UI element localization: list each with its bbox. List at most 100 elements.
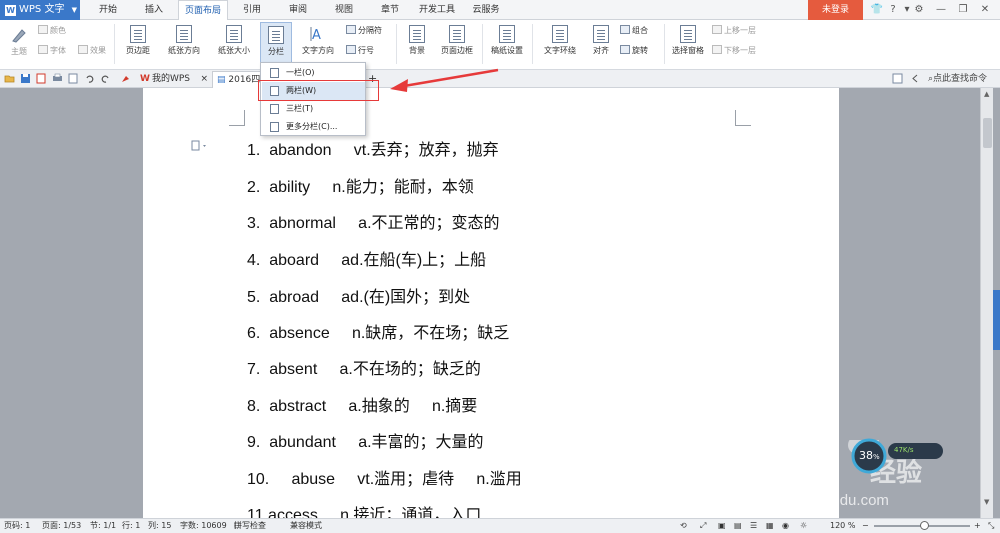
word-line[interactable]: 5. abroad ad.(在)国外；到处 — [247, 283, 470, 307]
redo-icon[interactable] — [100, 73, 111, 84]
tab-developer[interactable]: 开发工具 — [414, 0, 460, 20]
alert-icon[interactable] — [892, 73, 903, 84]
color-button[interactable]: 颜色 — [38, 25, 66, 37]
group-button[interactable]: 组合 — [620, 25, 648, 37]
word-line[interactable]: 6. absence n.缺席，不在场；缺乏 — [247, 319, 509, 343]
word-line[interactable]: 8. abstract a.抽象的 n.摘要 — [247, 392, 477, 416]
word-line[interactable]: 3. abnormal a.不正常的；变态的 — [247, 209, 500, 233]
chevron-up-icon[interactable]: ▲ — [984, 90, 989, 98]
orientation-icon — [176, 25, 192, 43]
orientation-button[interactable]: 纸张方向 — [162, 25, 206, 56]
tab-cloud[interactable]: 云服务 — [466, 0, 506, 20]
app-menu-button[interactable]: W WPS 文字 ▼ — [0, 0, 80, 20]
light-icon[interactable]: ☼ — [800, 519, 807, 533]
word-line[interactable]: 2. ability n.能力；能耐，本领 — [247, 173, 474, 197]
settings-icon[interactable]: ⚙ — [910, 2, 928, 18]
font-label: 字体 — [50, 46, 66, 55]
watermark-brand: Bai — [764, 448, 817, 486]
columns-button[interactable]: 分栏 — [260, 22, 292, 64]
export-pdf-icon[interactable] — [36, 73, 47, 84]
page-size-button[interactable]: 纸张大小 — [212, 25, 256, 56]
view-read-icon[interactable]: ▦ — [766, 519, 774, 533]
zoom-out-icon[interactable]: − — [862, 519, 869, 533]
align-button[interactable]: 对齐 — [586, 25, 616, 56]
view-outline-icon[interactable]: ☰ — [750, 519, 757, 533]
effect-label: 效果 — [90, 46, 106, 55]
status-bar: 页码: 1 页面: 1/53 节: 1/1 行: 1 列: 15 字数: 106… — [0, 518, 1000, 533]
tab-home[interactable]: 开始 — [90, 0, 126, 20]
command-search[interactable]: ⌕点此查找命令 — [924, 71, 1000, 88]
three-columns-icon — [270, 104, 279, 114]
background-button[interactable]: 背景 — [402, 25, 432, 56]
line-numbers-button[interactable]: 行号 — [346, 45, 374, 57]
bring-forward-icon — [712, 25, 722, 34]
theme-button[interactable]: 主题 — [6, 26, 32, 57]
history-icon[interactable]: ⟲ — [680, 519, 687, 533]
expand-icon[interactable]: ⤡ — [988, 519, 994, 533]
print-preview-icon[interactable] — [68, 73, 79, 84]
word-line[interactable]: 9. abundant a.丰富的；大量的 — [247, 428, 484, 452]
tab-insert[interactable]: 插入 — [136, 0, 172, 20]
zoom-slider[interactable] — [874, 521, 970, 530]
margins-button[interactable]: 页边距 — [120, 25, 156, 56]
tab-view[interactable]: 视图 — [326, 0, 362, 20]
login-button[interactable]: 未登录 — [808, 0, 863, 20]
restore-icon[interactable]: ❐ — [954, 2, 972, 18]
effect-button[interactable]: 效果 — [78, 45, 106, 57]
breaks-button[interactable]: 分隔符 — [346, 25, 382, 37]
eye-care-icon[interactable]: ◉ — [782, 519, 789, 533]
selection-pane-button[interactable]: 选择窗格 — [668, 25, 708, 56]
text-wrap-button[interactable]: 文字环绕 — [536, 25, 584, 56]
zoom-in-icon[interactable]: + — [974, 519, 981, 533]
word-line[interactable]: 10. abuse vt.滥用；虐待 n.滥用 — [247, 465, 522, 489]
menu-item-more-columns[interactable]: 更多分栏(C)... — [262, 118, 365, 136]
tab-page-layout[interactable]: 页面布局 — [178, 0, 228, 21]
save-icon[interactable] — [20, 73, 31, 84]
zoom-level[interactable]: 120 % — [830, 519, 855, 533]
bring-forward-button[interactable]: 上移一层 — [712, 25, 756, 37]
chevron-left-icon[interactable] — [910, 73, 921, 84]
word-line[interactable]: 1. abandon vt.丢弃；放弃，抛弃 — [247, 136, 499, 160]
word-line[interactable]: 11.access n.接近；通道，入口 — [247, 501, 481, 518]
word-line[interactable]: 4. aboard ad.在船(车)上；上船 — [247, 246, 486, 270]
side-panel-tab[interactable] — [993, 290, 1000, 350]
tab-section[interactable]: 章节 — [372, 0, 408, 20]
word-line[interactable]: 7. absent a.不在场的；缺乏的 — [247, 355, 481, 379]
chevron-down-icon[interactable]: ▼ — [984, 498, 989, 506]
zoom-slider-thumb[interactable] — [920, 521, 929, 530]
menu-item-three-columns[interactable]: 三栏(T) — [262, 100, 365, 118]
open-folder-icon[interactable] — [4, 73, 15, 84]
undo-icon[interactable] — [84, 73, 95, 84]
vertical-scrollbar[interactable]: ▲ ▼ — [980, 88, 993, 518]
font-button[interactable]: 字体 — [38, 45, 66, 57]
align-label: 对齐 — [593, 46, 609, 55]
app-name: WPS 文字 — [19, 4, 65, 15]
close-icon[interactable]: ✕ — [976, 2, 994, 18]
page-size-label: 纸张大小 — [218, 46, 250, 55]
speed-percent: 38% — [859, 449, 880, 462]
view-page-icon[interactable]: ▣ — [718, 519, 726, 533]
tab-references[interactable]: 引用 — [234, 0, 270, 20]
pin-icon[interactable] — [120, 73, 131, 84]
tab-review[interactable]: 审阅 — [280, 0, 316, 20]
status-word-count[interactable]: 字数: 10609 — [180, 519, 227, 533]
print-icon[interactable] — [52, 73, 63, 84]
status-section: 节: 1/1 — [90, 521, 117, 530]
minimize-icon[interactable]: — — [932, 2, 950, 18]
document-page[interactable]: 1. abandon vt.丢弃；放弃，抛弃 2. ability n.能力；能… — [143, 88, 839, 518]
text-direction-button[interactable]: A 文字方向 — [296, 25, 340, 56]
send-backward-button[interactable]: 下移一层 — [712, 45, 756, 57]
fit-page-icon[interactable]: ⤢ — [700, 519, 706, 533]
view-web-icon[interactable]: ▤ — [734, 519, 742, 533]
scrollbar-thumb[interactable] — [983, 118, 992, 148]
group-icon — [620, 25, 630, 34]
manuscript-button[interactable]: 稿纸设置 — [486, 25, 528, 56]
paragraph-marker-icon[interactable] — [191, 140, 209, 152]
page-border-button[interactable]: 页面边框 — [436, 25, 478, 56]
tab-my-wps[interactable]: W 我的WPS × — [136, 71, 210, 88]
close-icon[interactable]: × — [200, 71, 208, 87]
network-speed-widget[interactable]: 38% 47K/s — [850, 437, 945, 475]
menu-item-label: 一栏(O) — [286, 68, 315, 77]
font-icon — [38, 45, 48, 54]
rotate-button[interactable]: 旋转 — [620, 45, 648, 57]
